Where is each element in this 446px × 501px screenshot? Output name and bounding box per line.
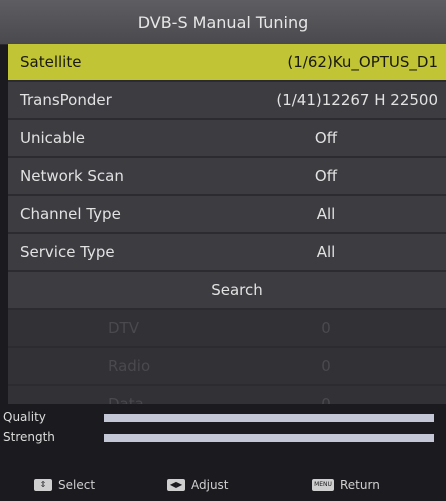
- menu-row-value: Off: [314, 167, 338, 185]
- quality-meter: Quality: [0, 410, 446, 426]
- result-label: DTV: [108, 319, 139, 337]
- menu-row-network-scan[interactable]: Network Scan Off: [8, 158, 446, 196]
- menu-row-label: Network Scan: [20, 167, 124, 185]
- result-count: 0: [321, 319, 331, 337]
- signal-panel: Quality Strength: [0, 404, 446, 454]
- menu-row-label: Satellite: [20, 53, 82, 71]
- menu-row-value: All: [316, 243, 336, 261]
- menu-row-label: Channel Type: [20, 205, 121, 223]
- strength-label: Strength: [3, 430, 55, 444]
- menu-row-label: Unicable: [20, 129, 86, 147]
- search-label: Search: [211, 281, 263, 299]
- page-title: DVB-S Manual Tuning: [0, 0, 446, 45]
- result-row-dtv: DTV 0: [8, 310, 446, 348]
- adjust-hint: ◀▶ Adjust: [167, 478, 229, 492]
- menu-row-value: (1/62)Ku_OPTUS_D1: [287, 53, 438, 71]
- strength-bar-track: [104, 434, 434, 442]
- return-hint: MENU Return: [312, 478, 380, 492]
- tuning-menu: Satellite (1/62)Ku_OPTUS_D1 TransPonder …: [8, 44, 446, 424]
- result-count: 0: [321, 357, 331, 375]
- tv-osd-screen: DVB-S Manual Tuning Satellite (1/62)Ku_O…: [0, 0, 446, 501]
- select-hint: ⇕ Select: [34, 478, 95, 492]
- menu-row-satellite[interactable]: Satellite (1/62)Ku_OPTUS_D1: [8, 44, 446, 82]
- menu-key-icon: MENU: [312, 479, 334, 491]
- menu-row-label: Service Type: [20, 243, 115, 261]
- menu-row-value: All: [316, 205, 336, 223]
- strength-bar-fill: [104, 434, 434, 442]
- menu-row-transponder[interactable]: TransPonder (1/41)12267 H 22500: [8, 82, 446, 120]
- return-hint-label: Return: [340, 478, 380, 492]
- adjust-hint-label: Adjust: [191, 478, 229, 492]
- left-right-icon: ◀▶: [167, 479, 185, 491]
- quality-label: Quality: [3, 410, 46, 424]
- quality-bar-fill: [104, 414, 434, 422]
- menu-row-service-type[interactable]: Service Type All: [8, 234, 446, 272]
- menu-row-label: TransPonder: [20, 91, 112, 109]
- strength-meter: Strength: [0, 430, 446, 446]
- footer-hints: ⇕ Select ◀▶ Adjust MENU Return: [0, 470, 446, 501]
- up-down-icon: ⇕: [34, 479, 52, 491]
- result-label: Radio: [108, 357, 151, 375]
- search-button[interactable]: Search: [8, 272, 446, 310]
- menu-row-value: Off: [314, 129, 338, 147]
- menu-row-value: (1/41)12267 H 22500: [276, 91, 438, 109]
- menu-row-channel-type[interactable]: Channel Type All: [8, 196, 446, 234]
- select-hint-label: Select: [58, 478, 96, 492]
- result-row-radio: Radio 0: [8, 348, 446, 386]
- menu-row-unicable[interactable]: Unicable Off: [8, 120, 446, 158]
- quality-bar-track: [104, 414, 434, 422]
